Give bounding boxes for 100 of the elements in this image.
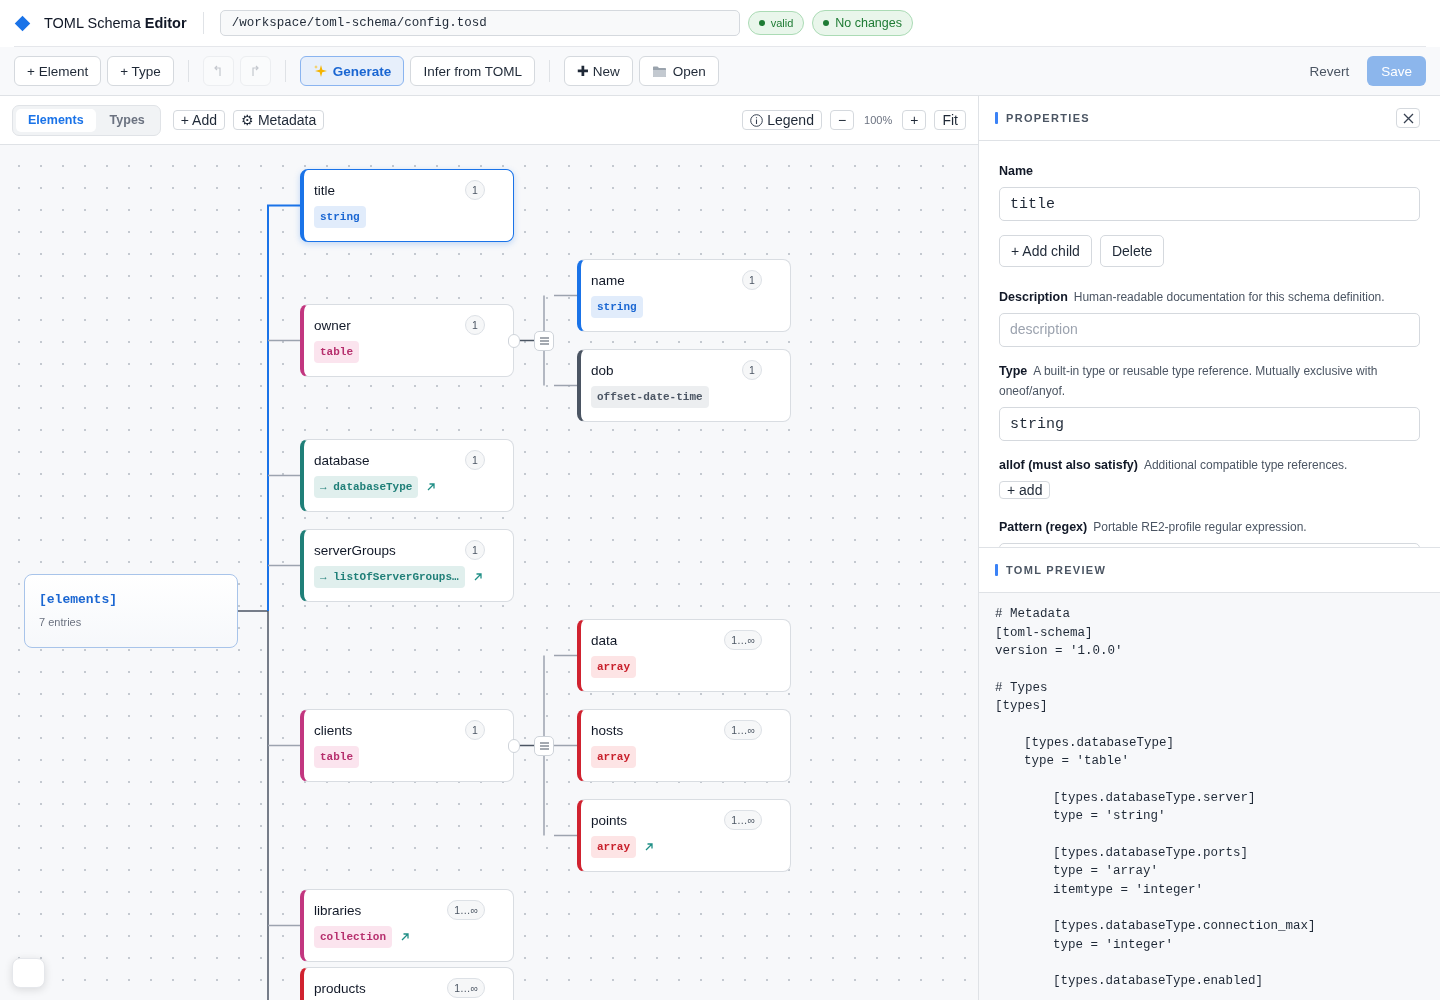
type-field[interactable]: string: [999, 407, 1420, 441]
schema-node[interactable]: owner 1 table: [300, 304, 514, 377]
cardinality-badge: 1…∞: [724, 810, 762, 830]
type-tag: table: [314, 746, 359, 768]
list-icon: [539, 336, 549, 345]
revert-button[interactable]: Revert: [1297, 56, 1362, 86]
panel-title: PROPERTIES: [1006, 112, 1091, 124]
group-handle[interactable]: [534, 735, 554, 756]
schema-node[interactable]: points 1…∞ array: [577, 799, 791, 872]
schema-node[interactable]: hosts 1…∞ array: [577, 709, 791, 782]
action-button[interactable]: + Add child: [999, 235, 1092, 267]
type-tag: array: [591, 656, 636, 678]
node-name: owner: [314, 317, 351, 333]
type-tag: offset-date-time: [591, 386, 709, 408]
fit-button[interactable]: Fit: [934, 110, 966, 130]
schema-node[interactable]: products 1…∞: [300, 967, 514, 1000]
description-field[interactable]: description: [999, 313, 1420, 347]
node-name: clients: [314, 722, 353, 738]
schema-node[interactable]: name 1 string: [577, 259, 791, 332]
close-button[interactable]: [1396, 108, 1420, 128]
app-title: TOML Schema Editor: [44, 15, 187, 31]
name-field[interactable]: title: [999, 187, 1420, 221]
code-line: type = 'string': [1053, 808, 1167, 825]
schema-node[interactable]: clients 1 table: [300, 709, 514, 782]
schema-node[interactable]: serverGroups 1 → listOfServerGroups…: [300, 529, 514, 602]
code-line: [types.databaseType.server]: [1053, 789, 1257, 807]
field-label: Name: [999, 163, 1035, 180]
zoom-level: 100%: [864, 114, 893, 126]
undo-icon: [213, 65, 224, 77]
metadata-button[interactable]: ⚙ Metadata: [233, 110, 325, 130]
node-name: dob: [591, 362, 614, 378]
view-tab[interactable]: Types: [97, 108, 157, 132]
code-line: [types.databaseType]: [1024, 734, 1176, 752]
code-line: type = 'integer': [1053, 936, 1175, 954]
action-button[interactable]: Delete: [1099, 235, 1165, 267]
cardinality-badge: 1…∞: [447, 978, 485, 998]
node-name: database: [314, 452, 370, 468]
add-button[interactable]: + Type: [107, 56, 174, 86]
type-tag: → listOfServerGroups…: [314, 566, 465, 588]
code-line: [types.databaseType.enabled]: [1053, 973, 1265, 990]
status-badge: No changes: [812, 10, 913, 36]
node-name: products: [314, 980, 366, 996]
field-label: Description Human-readable documentation for this schema definition.: [999, 289, 1386, 306]
code-line: version = '1.0.0': [995, 643, 1124, 660]
root-label: [elements]: [39, 592, 118, 607]
panel-title: TOML PREVIEW: [1006, 564, 1108, 576]
node-name: points: [591, 812, 628, 828]
zoom-out-button[interactable]: −: [829, 110, 855, 130]
connector-line: [553, 294, 578, 297]
schema-node[interactable]: title 1 string: [300, 169, 514, 242]
zoom-in-button[interactable]: +: [902, 110, 927, 130]
add-button[interactable]: + Add: [172, 110, 225, 130]
close-icon: [1402, 112, 1414, 124]
redo-icon: [250, 65, 261, 77]
floating-button[interactable]: [12, 958, 45, 988]
group-handle[interactable]: [534, 330, 554, 351]
file-path-field[interactable]: /workspace/toml-schema/config.tosd: [219, 10, 740, 36]
section-marker: [995, 112, 998, 124]
cardinality-badge: 1…∞: [724, 720, 762, 740]
type-tag: array: [591, 836, 636, 858]
type-tag: string: [591, 296, 643, 318]
node-name: name: [591, 272, 625, 288]
view-tab[interactable]: Elements: [16, 108, 96, 132]
schema-node[interactable]: data 1…∞ array: [577, 619, 791, 692]
cardinality-badge: 1: [465, 450, 485, 470]
schema-node[interactable]: libraries 1…∞ collection: [300, 889, 514, 962]
schema-node[interactable]: database 1 → databaseType: [300, 439, 514, 512]
cardinality-badge: 1: [742, 270, 762, 290]
type-tag: → databaseType: [314, 476, 419, 498]
code-line: itemtype = 'integer': [1053, 881, 1205, 899]
cardinality-badge: 1: [465, 720, 485, 740]
code-line: # Types: [995, 679, 1049, 697]
root-node[interactable]: [elements] 7 entries: [24, 574, 238, 648]
type-tag: array: [591, 746, 636, 768]
section-marker: [995, 564, 998, 576]
type-tag: string: [314, 206, 366, 228]
sparkle-icon: [312, 64, 327, 78]
connector-line: [553, 834, 578, 837]
cardinality-badge: 1: [465, 180, 485, 200]
infer-button[interactable]: Infer from TOML: [410, 56, 535, 86]
connector-line: [553, 384, 578, 387]
open-button[interactable]: Open: [638, 56, 719, 86]
node-name: hosts: [591, 722, 624, 738]
cardinality-badge: 1…∞: [724, 630, 762, 650]
generate-button[interactable]: Generate: [299, 56, 405, 86]
add-button[interactable]: + Element: [14, 56, 102, 86]
connector-line: [553, 744, 578, 747]
entry-count: 7 entries: [39, 616, 83, 628]
node-name: title: [314, 182, 335, 198]
schema-node[interactable]: dob 1 offset-date-time: [577, 349, 791, 422]
code-line: [types.databaseType.connection_max]: [1053, 918, 1317, 935]
legend-button[interactable]: Legend: [742, 110, 822, 130]
add-button[interactable]: + add: [999, 481, 1051, 499]
code-line: type = 'array': [1053, 863, 1160, 880]
code-line: [types]: [995, 698, 1049, 715]
type-tag: collection: [314, 926, 392, 948]
list-icon: [539, 741, 549, 750]
type-tag: table: [314, 341, 359, 363]
code-line: [toml-schema]: [995, 624, 1094, 642]
new-button[interactable]: ✚ New: [563, 56, 633, 86]
